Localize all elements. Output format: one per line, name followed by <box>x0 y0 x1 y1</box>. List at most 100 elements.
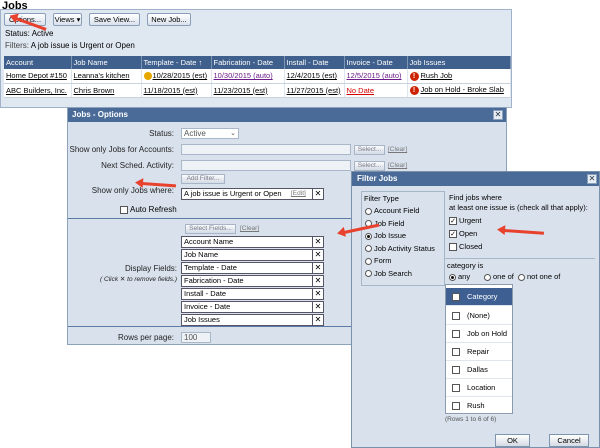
activity-clear-link[interactable]: [Clear] <box>388 162 407 169</box>
match-option[interactable]: not one of <box>518 272 560 281</box>
remove-field-icon[interactable]: ✕ <box>312 289 323 299</box>
fabrication-date-link[interactable]: 10/30/2015 (auto) <box>211 69 285 84</box>
radio-button[interactable] <box>365 270 372 278</box>
job-name-link[interactable]: Chris Brown <box>71 83 142 98</box>
filter-type-option[interactable]: Job Search <box>365 269 412 278</box>
invoice-date-link[interactable]: No Date <box>344 83 408 98</box>
category-checkbox[interactable] <box>452 312 460 320</box>
issue-checkbox[interactable] <box>449 243 457 252</box>
job-issue-cell[interactable]: ! Rush Job <box>407 69 511 84</box>
accounts-clear-link[interactable]: [Clear] <box>388 146 407 153</box>
issue-option[interactable]: ✓ Open <box>449 229 477 239</box>
issue-checkbox[interactable]: ✓ <box>449 217 457 226</box>
new-job-button[interactable]: New Job... <box>147 13 191 26</box>
auto-refresh-checkbox[interactable] <box>120 205 128 214</box>
column-header-job-issues[interactable]: Job Issues <box>407 56 511 69</box>
column-header-job-name[interactable]: Job Name <box>71 56 142 69</box>
radio-button[interactable] <box>365 207 372 215</box>
select-fields-button[interactable]: Select Fields... <box>185 224 236 234</box>
filter-type-option[interactable]: Job Issue <box>365 231 406 240</box>
filter-chip[interactable]: A job issue is Urgent or Open [Edit] ✕ <box>181 188 324 200</box>
category-checkbox[interactable] <box>452 330 460 338</box>
close-icon[interactable]: ✕ <box>493 110 503 120</box>
issue-checkbox[interactable]: ✓ <box>449 230 457 239</box>
job-issue-cell[interactable]: ! Job on Hold - Broke Slab <box>407 83 511 98</box>
fields-clear-link[interactable]: [Clear] <box>240 225 259 232</box>
column-header-template-date[interactable]: Template - Date ↑ <box>141 56 212 69</box>
remove-filter-icon[interactable]: ✕ <box>312 189 323 199</box>
column-header-account[interactable]: Account <box>4 56 72 69</box>
column-header-install-date[interactable]: Install - Date <box>284 56 345 69</box>
accounts-select-button[interactable]: Select... <box>354 145 385 155</box>
display-field-item[interactable]: Job Issues ✕ <box>181 314 324 326</box>
template-date-cell[interactable]: 10/28/2015 (est) <box>141 69 212 84</box>
filters-label: Filters: <box>5 41 29 50</box>
radio-button[interactable] <box>365 245 372 253</box>
invoice-date-link[interactable]: 12/5/2015 (auto) <box>344 69 408 84</box>
category-checkbox[interactable] <box>452 366 460 374</box>
radio-button[interactable] <box>365 257 372 265</box>
match-option[interactable]: any <box>449 272 470 281</box>
radio-button[interactable] <box>484 273 491 281</box>
fabrication-date-link[interactable]: 11/23/2015 (est) <box>211 83 285 98</box>
remove-field-icon[interactable]: ✕ <box>312 276 323 286</box>
category-item[interactable]: Dallas <box>446 361 512 379</box>
category-checkbox[interactable] <box>452 384 460 392</box>
activity-field[interactable] <box>181 160 351 171</box>
add-filter-button[interactable]: Add Filter... <box>181 174 225 184</box>
display-field-item[interactable]: Template - Date ✕ <box>181 262 324 274</box>
filter-type-option[interactable]: Form <box>365 256 392 265</box>
install-date-link[interactable]: 11/27/2015 (est) <box>284 83 345 98</box>
category-item[interactable]: (None) <box>446 307 512 325</box>
match-option[interactable]: one of <box>484 272 514 281</box>
display-field-item[interactable]: Account Name ✕ <box>181 236 324 248</box>
category-header[interactable]: Category <box>446 288 512 306</box>
radio-button[interactable] <box>449 273 456 281</box>
category-item[interactable]: Repair <box>446 343 512 361</box>
category-item[interactable]: Location <box>446 379 512 397</box>
auto-refresh-row[interactable]: Auto Refresh <box>120 205 177 214</box>
filter-type-box: Filter Type Account Field Job Field Job Is… <box>361 191 445 286</box>
display-field-item[interactable]: Install - Date ✕ <box>181 288 324 300</box>
remove-field-icon[interactable]: ✕ <box>312 302 323 312</box>
cancel-button[interactable]: Cancel <box>549 434 589 447</box>
category-checkbox[interactable] <box>452 402 460 410</box>
display-field-item[interactable]: Fabrication - Date ✕ <box>181 275 324 287</box>
views-button[interactable]: Views ▾ <box>53 13 82 26</box>
rows-per-page-input[interactable]: 100 <box>181 332 211 343</box>
issue-option[interactable]: Closed <box>449 242 482 252</box>
find-jobs-sublabel: at least one issue is (check all that ap… <box>449 203 588 212</box>
accounts-field[interactable] <box>181 144 351 155</box>
remove-field-icon[interactable]: ✕ <box>312 250 323 260</box>
template-date-link[interactable]: 11/18/2015 (est) <box>141 83 212 98</box>
account-link[interactable]: ABC Builders, Inc. <box>4 83 72 98</box>
column-header-fabrication-date[interactable]: Fabrication - Date <box>211 56 285 69</box>
remove-field-icon[interactable]: ✕ <box>312 263 323 273</box>
category-item[interactable]: Job on Hold <box>446 325 512 343</box>
close-icon[interactable]: ✕ <box>587 174 597 184</box>
edit-filter-link[interactable]: [Edit] <box>291 189 306 199</box>
save-view-button[interactable]: Save View... <box>89 13 140 26</box>
job-name-link[interactable]: Leanna's kitchen <box>71 69 142 84</box>
display-field-item[interactable]: Job Name ✕ <box>181 249 324 261</box>
radio-button[interactable] <box>518 273 525 281</box>
account-link[interactable]: Home Depot #150 <box>4 69 72 84</box>
radio-button[interactable] <box>365 232 372 240</box>
column-header-invoice-date[interactable]: Invoice - Date <box>344 56 408 69</box>
issue-option[interactable]: ✓ Urgent <box>449 216 482 226</box>
select-all-checkbox[interactable] <box>452 293 460 301</box>
filter-type-option[interactable]: Job Activity Status <box>365 244 435 253</box>
table-row: Home Depot #150 Leanna's kitchen 10/28/2… <box>4 69 511 84</box>
filter-type-option[interactable]: Account Field <box>365 206 419 215</box>
category-checkbox[interactable] <box>452 348 460 356</box>
remove-field-icon[interactable]: ✕ <box>312 315 323 325</box>
remove-field-icon[interactable]: ✕ <box>312 237 323 247</box>
display-field-item[interactable]: Invoice - Date ✕ <box>181 301 324 313</box>
activity-select-button[interactable]: Select... <box>354 161 385 171</box>
install-date-link[interactable]: 12/4/2015 (est) <box>284 69 345 84</box>
status-select[interactable]: Active ⌄ <box>181 128 239 139</box>
display-field-label: Job Issues <box>184 315 220 324</box>
category-item[interactable]: Rush <box>446 397 512 415</box>
ok-button[interactable]: OK <box>495 434 530 447</box>
status-label: Status: <box>5 29 30 38</box>
